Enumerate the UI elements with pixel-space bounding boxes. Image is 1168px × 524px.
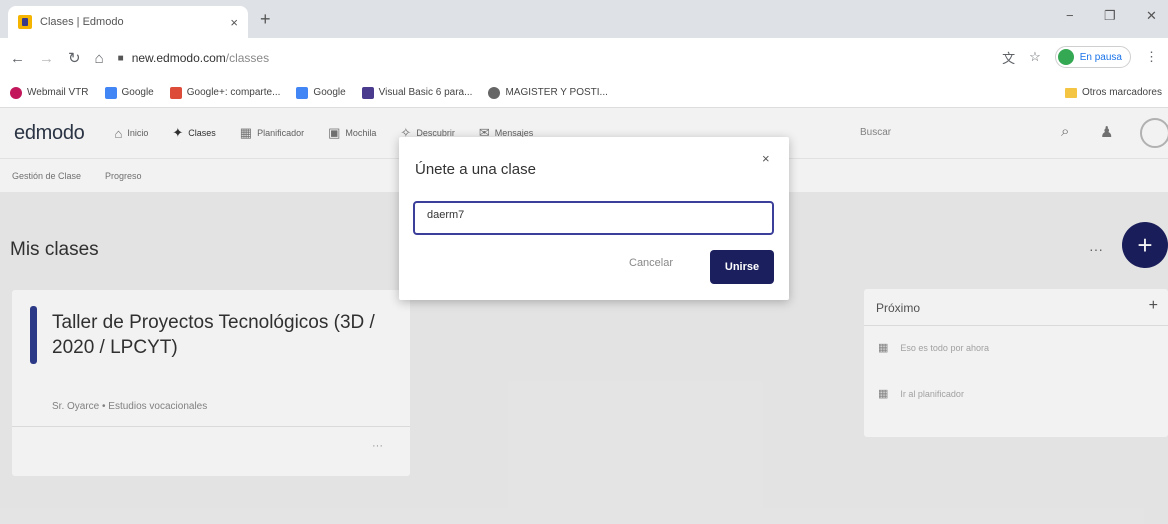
globe-icon: [488, 86, 501, 99]
bookmark-label: Webmail VTR: [27, 87, 89, 98]
menu-kebab-icon[interactable]: ⋮: [1145, 49, 1158, 65]
class-code-input[interactable]: daerm7: [413, 201, 774, 235]
cancel-button[interactable]: Cancelar: [629, 257, 673, 269]
vb-icon: [361, 86, 374, 99]
home-page-icon[interactable]: ⌂: [95, 50, 104, 67]
bookmark-label: MAGISTER Y POSTI...: [505, 87, 608, 98]
join-button[interactable]: Unirse: [710, 250, 774, 284]
other-bookmarks[interactable]: Otros marcadores: [1064, 87, 1162, 98]
edmodo-favicon-icon: [18, 15, 32, 29]
modal-title: Únete a una clase: [415, 161, 536, 178]
back-icon[interactable]: ←: [10, 50, 25, 67]
translate-icon[interactable]: 文: [1002, 48, 1015, 67]
close-icon[interactable]: ×: [762, 151, 770, 166]
bookmarks-bar: Webmail VTR Google Google+: comparte... …: [0, 78, 1168, 108]
forward-icon[interactable]: →: [39, 50, 54, 67]
url-host: new.edmodo.com: [131, 51, 226, 65]
profile-button[interactable]: En pausa: [1054, 46, 1131, 68]
bookmark-label: Google: [313, 87, 346, 98]
google-translate-icon: [296, 86, 309, 99]
new-tab-button[interactable]: +: [260, 9, 271, 30]
google-icon: [104, 86, 117, 99]
bookmark-label: Visual Basic 6 para...: [378, 87, 473, 98]
heart-icon: [10, 86, 22, 99]
address-bar[interactable]: ■ new.edmodo.com/classes: [118, 51, 269, 65]
bookmark-label: Google: [121, 87, 154, 98]
tab-title: Clases | Edmodo: [40, 16, 124, 28]
other-bookmarks-label: Otros marcadores: [1081, 87, 1162, 98]
minimize-icon[interactable]: −: [1066, 8, 1074, 23]
folder-icon: [1064, 87, 1077, 98]
restore-icon[interactable]: ❐: [1104, 8, 1116, 24]
reload-icon[interactable]: ↻: [68, 49, 81, 67]
lock-icon: ■: [117, 52, 124, 64]
browser-tab[interactable]: Clases | Edmodo ×: [8, 6, 248, 38]
bookmark-star-icon[interactable]: ☆: [1029, 49, 1041, 65]
tab-close-icon[interactable]: ×: [230, 15, 238, 30]
google-plus-icon: [169, 86, 182, 99]
bookmark-google-plus[interactable]: Google+: comparte...: [169, 86, 281, 99]
join-class-modal: Únete a una clase × daerm7 Cancelar Unir…: [399, 137, 789, 300]
bookmark-google-translate[interactable]: Google: [296, 86, 346, 99]
bookmark-webmail[interactable]: Webmail VTR: [10, 86, 89, 99]
profile-status: En pausa: [1079, 51, 1122, 63]
bookmark-label: Google+: comparte...: [186, 87, 281, 98]
browser-tab-strip: Clases | Edmodo × + − ❐ ✕: [0, 0, 1168, 38]
bookmark-google[interactable]: Google: [104, 86, 154, 99]
profile-avatar-icon: [1057, 49, 1074, 65]
bookmark-magister[interactable]: MAGISTER Y POSTI...: [488, 86, 608, 99]
toolbar-right: 文 ☆ En pausa ⋮: [1002, 46, 1158, 68]
browser-toolbar: ← → ↻ ⌂ ■ new.edmodo.com/classes 文 ☆ En …: [0, 38, 1168, 78]
close-window-icon[interactable]: ✕: [1146, 8, 1157, 24]
bookmark-visual-basic[interactable]: Visual Basic 6 para...: [361, 86, 473, 99]
url-path: /classes: [225, 51, 270, 65]
